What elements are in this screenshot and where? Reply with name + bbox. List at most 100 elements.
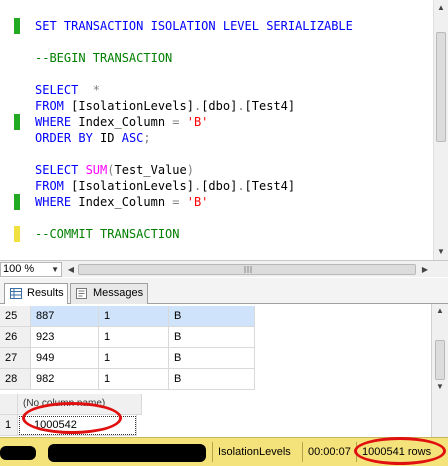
code-token: [dbo] <box>201 99 238 113</box>
scroll-down-arrow-icon[interactable]: ▼ <box>432 380 448 394</box>
grid-cell[interactable]: 982 <box>31 369 99 390</box>
code-token: [Test4] <box>244 179 296 193</box>
grid-cell[interactable]: 1 <box>99 369 169 390</box>
annotation-circle <box>22 402 122 434</box>
code-token: = <box>172 195 187 209</box>
code-token: = <box>172 115 187 129</box>
code-line[interactable]: WHERE Index_Column = 'B' <box>35 194 208 210</box>
code-line[interactable]: SET TRANSACTION ISOLATION LEVEL SERIALIZ… <box>35 18 353 34</box>
grid-cell[interactable]: 1 <box>99 306 169 327</box>
grid-cell[interactable]: B <box>169 369 255 390</box>
table-row[interactable]: 26 923 1 B <box>0 327 430 348</box>
editor-hscroll-thumb[interactable] <box>78 264 416 275</box>
row-number[interactable]: 28 <box>0 369 31 390</box>
grid-cell[interactable]: 1 <box>99 348 169 369</box>
grid-cell[interactable]: 949 <box>31 348 99 369</box>
code-line[interactable]: FROM [IsolationLevels].[dbo].[Test4] <box>35 178 295 194</box>
code-token: SET TRANSACTION ISOLATION LEVEL SERIALIZ… <box>35 19 353 33</box>
code-token: . <box>237 179 245 193</box>
zoom-value: 100 % <box>3 263 35 275</box>
code-line[interactable]: FROM [IsolationLevels].[dbo].[Test4] <box>35 98 295 114</box>
code-token: Index_Column <box>78 115 173 129</box>
status-elapsed-time: 00:00:07 <box>308 446 351 458</box>
code-token: [IsolationLevels] <box>71 179 194 193</box>
change-marker <box>14 114 20 130</box>
status-database: IsolationLevels <box>218 446 291 458</box>
code-token: FROM <box>35 179 72 193</box>
editor-vertical-scrollbar[interactable]: ▲ ▼ <box>433 0 448 260</box>
zoom-select[interactable]: 100 % ▼ <box>0 262 62 277</box>
code-token: * <box>85 83 101 97</box>
editor-status-strip: 100 % ▼ ◀ ▶ <box>0 260 448 277</box>
chevron-down-icon[interactable]: ▼ <box>51 263 59 276</box>
table-row[interactable]: 28 982 1 B <box>0 369 430 390</box>
code-token: --COMMIT TRANSACTION <box>35 227 180 241</box>
tab-messages-label: Messages <box>93 287 144 299</box>
code-token: WHERE <box>35 115 79 129</box>
code-token: Index_Column <box>78 195 173 209</box>
row-number[interactable]: 27 <box>0 348 31 369</box>
tab-messages[interactable]: Messages <box>70 283 148 304</box>
redacted-block <box>0 446 36 460</box>
code-token: . <box>237 99 245 113</box>
code-line[interactable]: --BEGIN TRANSACTION <box>35 50 172 66</box>
code-line[interactable]: ORDER BY ID ASC; <box>35 130 151 146</box>
editor-horizontal-scrollbar[interactable]: ◀ ▶ <box>64 262 432 277</box>
divider <box>302 442 303 462</box>
grid-cell[interactable]: B <box>169 306 255 327</box>
code-token: ID <box>100 131 122 145</box>
code-token: --BEGIN TRANSACTION <box>35 51 173 65</box>
scroll-right-arrow-icon[interactable]: ▶ <box>418 262 432 277</box>
query-editor[interactable]: SET TRANSACTION ISOLATION LEVEL SERIALIZ… <box>0 0 448 260</box>
editor-scroll-thumb[interactable] <box>436 32 446 142</box>
code-line[interactable]: WHERE Index_Column = 'B' <box>35 114 208 130</box>
code-line[interactable]: SELECT * <box>35 82 100 98</box>
scroll-up-arrow-icon[interactable]: ▲ <box>432 304 448 318</box>
code-token: ASC <box>121 131 144 145</box>
results-tab-strip: Results Messages <box>0 278 448 305</box>
code-token: Test_Value <box>114 163 187 177</box>
scroll-left-arrow-icon[interactable]: ◀ <box>64 262 78 277</box>
row-number[interactable]: 26 <box>0 327 31 348</box>
change-marker <box>14 18 20 34</box>
grid-cell[interactable]: 887 <box>31 306 99 327</box>
grip-icon <box>244 266 252 273</box>
code-token: ( <box>107 163 115 177</box>
table-row[interactable]: 25 887 1 B <box>0 306 430 327</box>
table-row[interactable]: 27 949 1 B <box>0 348 430 369</box>
annotation-circle <box>354 437 446 465</box>
code-token: ORDER BY <box>35 131 101 145</box>
editor-gutter <box>0 0 14 260</box>
code-token: [dbo] <box>201 179 238 193</box>
code-line[interactable]: --COMMIT TRANSACTION <box>35 226 180 242</box>
change-marker <box>14 194 20 210</box>
scroll-up-arrow-icon[interactable]: ▲ <box>434 0 448 16</box>
results-scroll-thumb[interactable] <box>435 340 445 380</box>
redacted-block <box>48 444 206 462</box>
scroll-down-arrow-icon[interactable]: ▼ <box>434 244 448 260</box>
grid-cell[interactable]: B <box>169 348 255 369</box>
row-number[interactable]: 25 <box>0 306 31 327</box>
divider <box>212 442 213 462</box>
code-token: SUM <box>85 163 108 177</box>
code-token: SELECT <box>35 83 86 97</box>
grid-cell[interactable]: 1 <box>99 327 169 348</box>
code-token: 'B' <box>186 115 209 129</box>
code-line[interactable]: SELECT SUM(Test_Value) <box>35 162 194 178</box>
code-token: 'B' <box>186 195 209 209</box>
code-token: ) <box>186 163 194 177</box>
tab-results-label: Results <box>27 287 64 299</box>
code-token: WHERE <box>35 195 79 209</box>
corner-cell <box>0 394 18 415</box>
messages-icon <box>76 288 87 299</box>
code-token: [IsolationLevels] <box>71 99 194 113</box>
code-token: [Test4] <box>244 99 296 113</box>
change-marker <box>14 226 20 242</box>
grid-cell[interactable]: 923 <box>31 327 99 348</box>
code-token: FROM <box>35 99 72 113</box>
code-token: ; <box>143 131 151 145</box>
grid-cell[interactable]: B <box>169 327 255 348</box>
tab-results[interactable]: Results <box>4 283 68 305</box>
results-vertical-scrollbar[interactable]: ▲ ▼ <box>431 304 448 437</box>
row-number[interactable]: 1 <box>0 415 18 436</box>
